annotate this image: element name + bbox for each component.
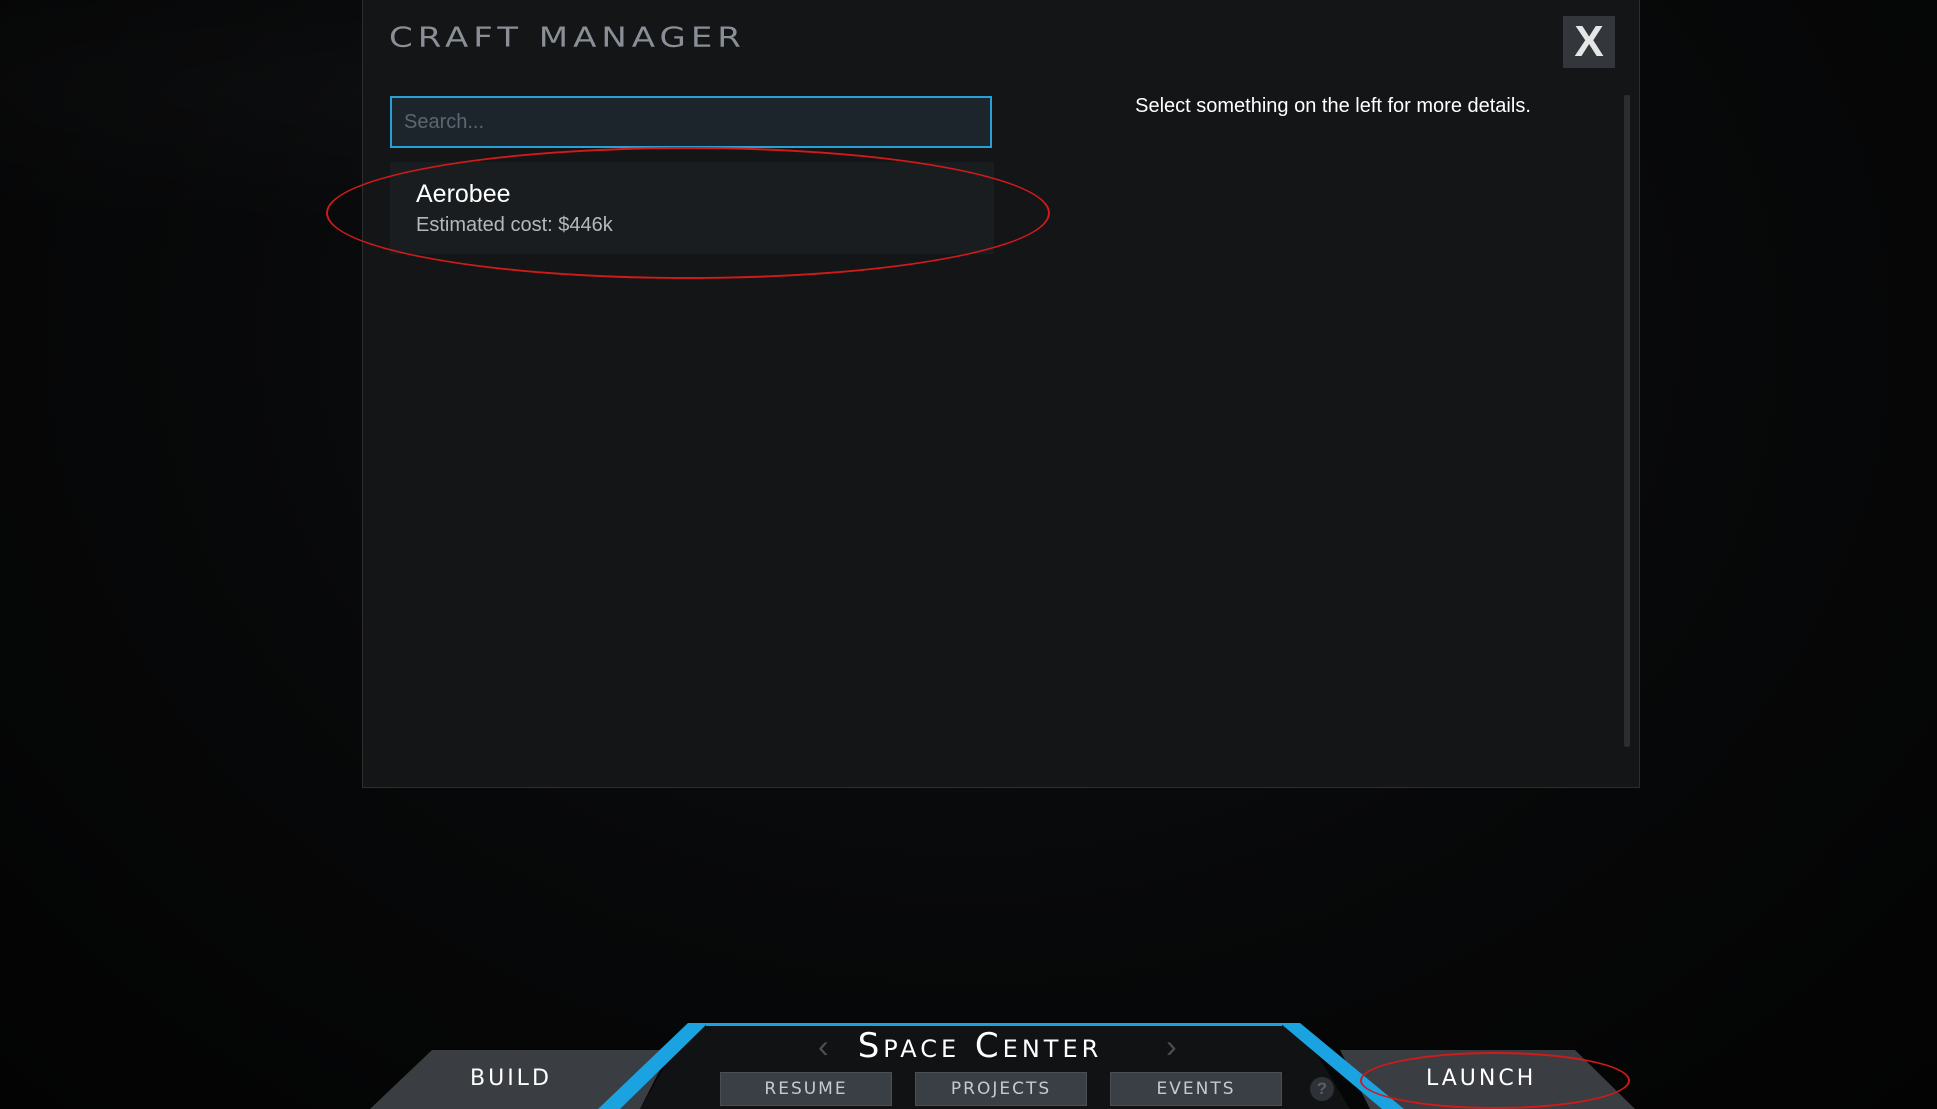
chevron-right-icon[interactable]: › [1166, 1028, 1177, 1065]
resume-button[interactable]: Resume [720, 1072, 892, 1106]
close-icon: X [1574, 17, 1604, 66]
close-button[interactable]: X [1563, 16, 1615, 68]
bottom-bar: Build Launch ‹ Space Center › Resume Pro… [0, 1000, 1937, 1109]
search-input[interactable] [390, 96, 992, 148]
launch-button[interactable]: Launch [1426, 1066, 1536, 1091]
dialog-title: Craft Manager [389, 21, 746, 54]
build-button[interactable]: Build [470, 1066, 552, 1091]
projects-button[interactable]: Projects [915, 1072, 1087, 1106]
details-scrollbar[interactable] [1624, 95, 1630, 747]
help-icon[interactable]: ? [1310, 1077, 1334, 1101]
space-center-title: Space Center [857, 1026, 1103, 1066]
events-button[interactable]: Events [1110, 1072, 1282, 1106]
details-hint: Select something on the left for more de… [1135, 95, 1531, 117]
craft-cost: Estimated cost: $446k [416, 214, 613, 236]
craft-list-item[interactable]: Aerobee Estimated cost: $446k [390, 162, 994, 254]
craft-name: Aerobee [416, 180, 511, 208]
craft-manager-dialog: Craft Manager X Aerobee Estimated cost: … [362, 0, 1640, 788]
